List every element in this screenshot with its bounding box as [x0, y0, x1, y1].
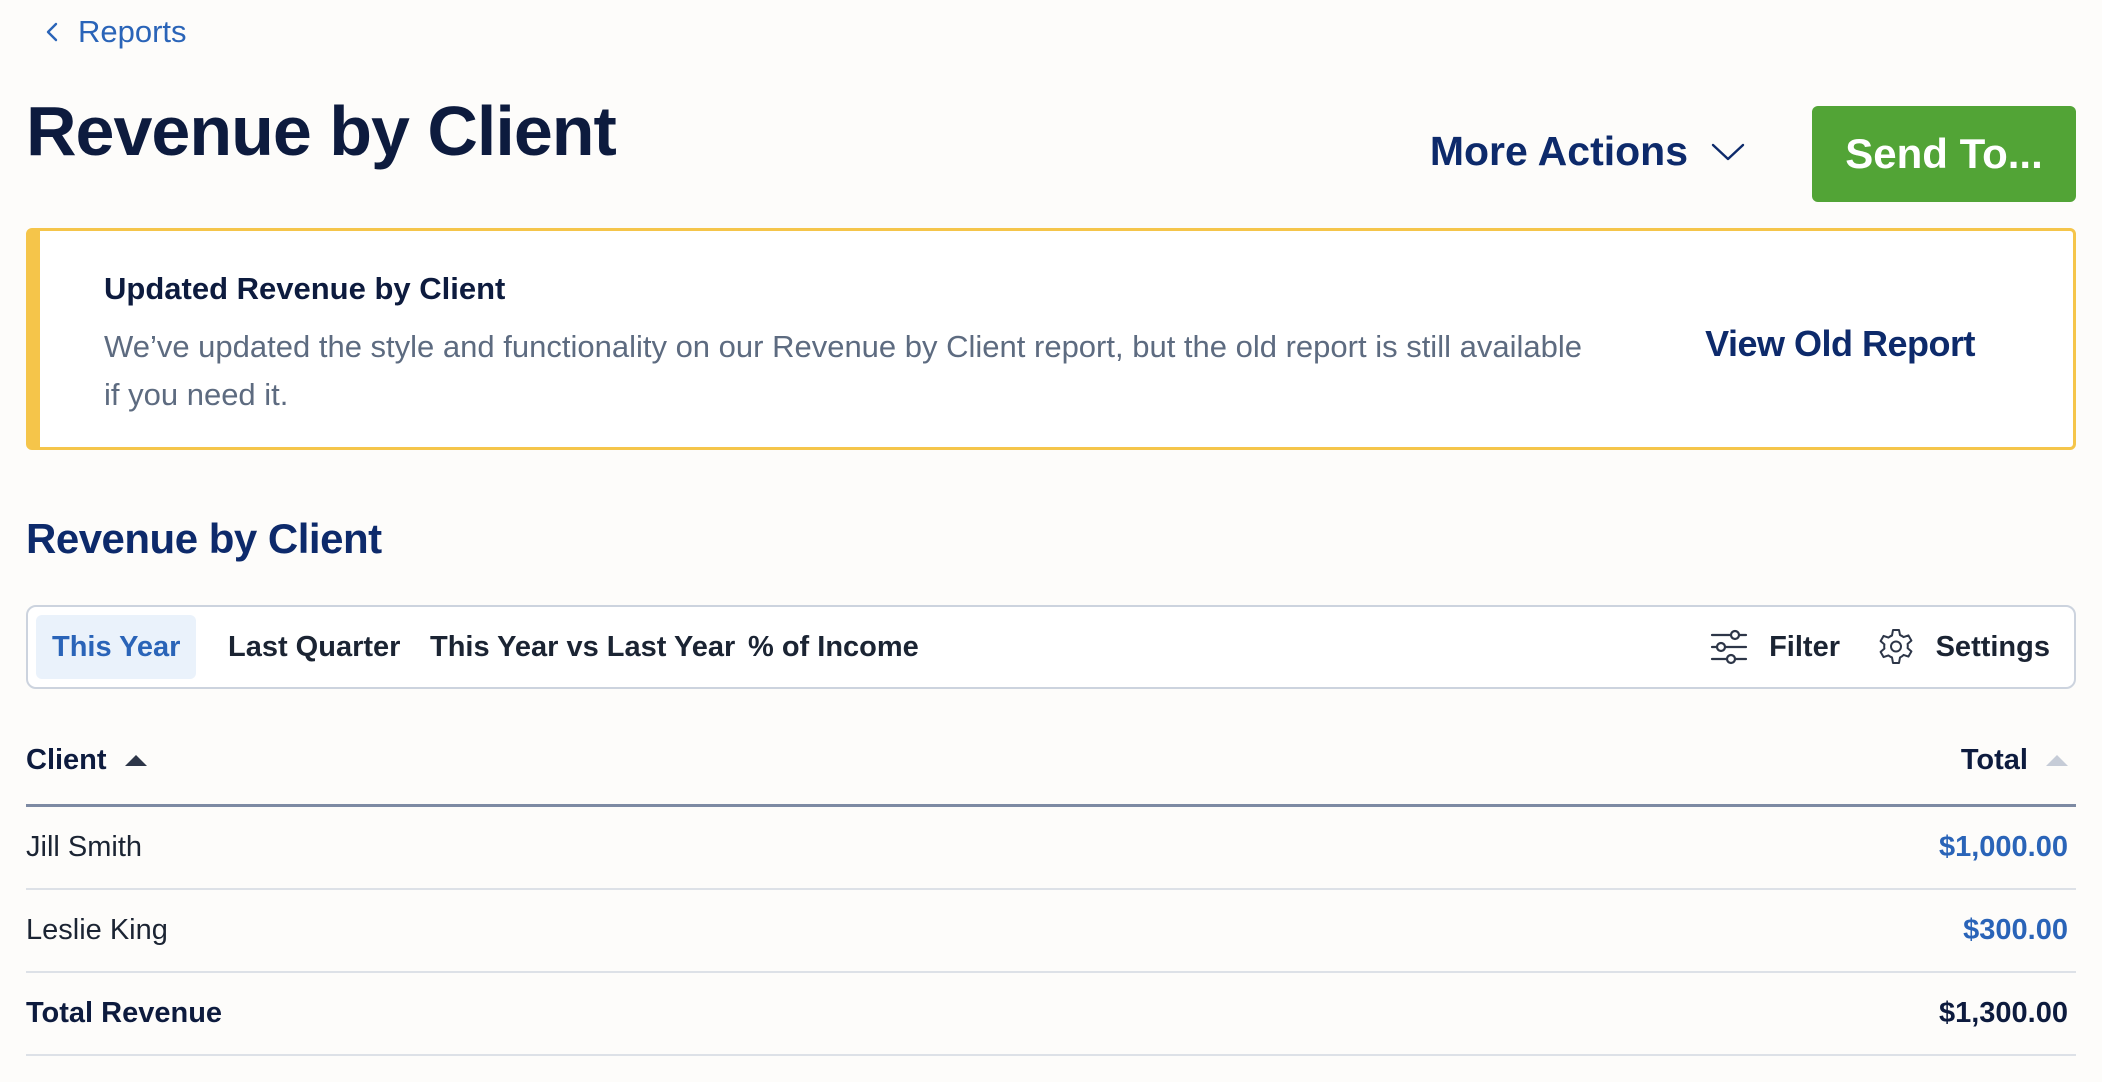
sort-ascending-icon [2046, 755, 2068, 766]
revenue-table: Client Total Jill Smith $1,000.00 Leslie… [26, 722, 2076, 1056]
send-to-button[interactable]: Send To... [1812, 106, 2076, 202]
column-header-total[interactable]: Total [1961, 744, 2068, 777]
breadcrumb[interactable]: Reports [42, 14, 187, 50]
chevron-left-icon [42, 21, 64, 43]
table-total-row: Total Revenue $1,300.00 [26, 973, 2076, 1056]
column-header-total-label: Total [1960, 744, 2028, 776]
more-actions-button[interactable]: More Actions [1430, 128, 1746, 175]
total-revenue-label: Total Revenue [26, 997, 223, 1029]
sort-ascending-icon [124, 755, 147, 766]
filter-button[interactable]: Filter [1709, 615, 1840, 679]
total-revenue-value: $1,300.00 [1938, 997, 2068, 1029]
filter-label: Filter [1769, 630, 1840, 663]
tab-last-quarter[interactable]: Last Quarter [212, 615, 416, 679]
client-cell: Jill Smith [26, 831, 143, 863]
chevron-down-icon [1710, 141, 1746, 163]
banner-title: Updated Revenue by Client [104, 271, 506, 306]
section-title: Revenue by Client [26, 515, 382, 562]
table-row: Jill Smith $1,000.00 [26, 807, 2076, 890]
total-cell-link[interactable]: $300.00 [1963, 914, 2068, 947]
total-cell-link[interactable]: $1,000.00 [1939, 831, 2068, 864]
tab-this-year[interactable]: This Year [36, 615, 197, 679]
breadcrumb-label[interactable]: Reports [78, 14, 187, 50]
tab-percent-of-income[interactable]: % of Income [732, 615, 935, 679]
gear-icon [1876, 627, 1916, 667]
table-row: Leslie King $300.00 [26, 890, 2076, 973]
banner-body: We’ve updated the style and functionalit… [104, 329, 1582, 412]
client-cell: Leslie King [26, 914, 168, 946]
more-actions-label: More Actions [1429, 128, 1688, 174]
column-header-client-label: Client [26, 744, 107, 776]
sliders-icon [1709, 627, 1749, 667]
table-header: Client Total [26, 722, 2076, 807]
tab-this-year-vs-last-year[interactable]: This Year vs Last Year [414, 615, 751, 679]
settings-label: Settings [1935, 630, 2050, 663]
report-tabbar: This Year Last Quarter This Year vs Last… [26, 605, 2076, 689]
column-header-client[interactable]: Client [26, 744, 147, 777]
view-old-report-link[interactable]: View Old Report [1705, 323, 1975, 365]
update-banner: Updated Revenue by Client We’ve updated … [26, 228, 2076, 450]
settings-button[interactable]: Settings [1876, 615, 2050, 679]
page-title: Revenue by Client [26, 92, 617, 170]
